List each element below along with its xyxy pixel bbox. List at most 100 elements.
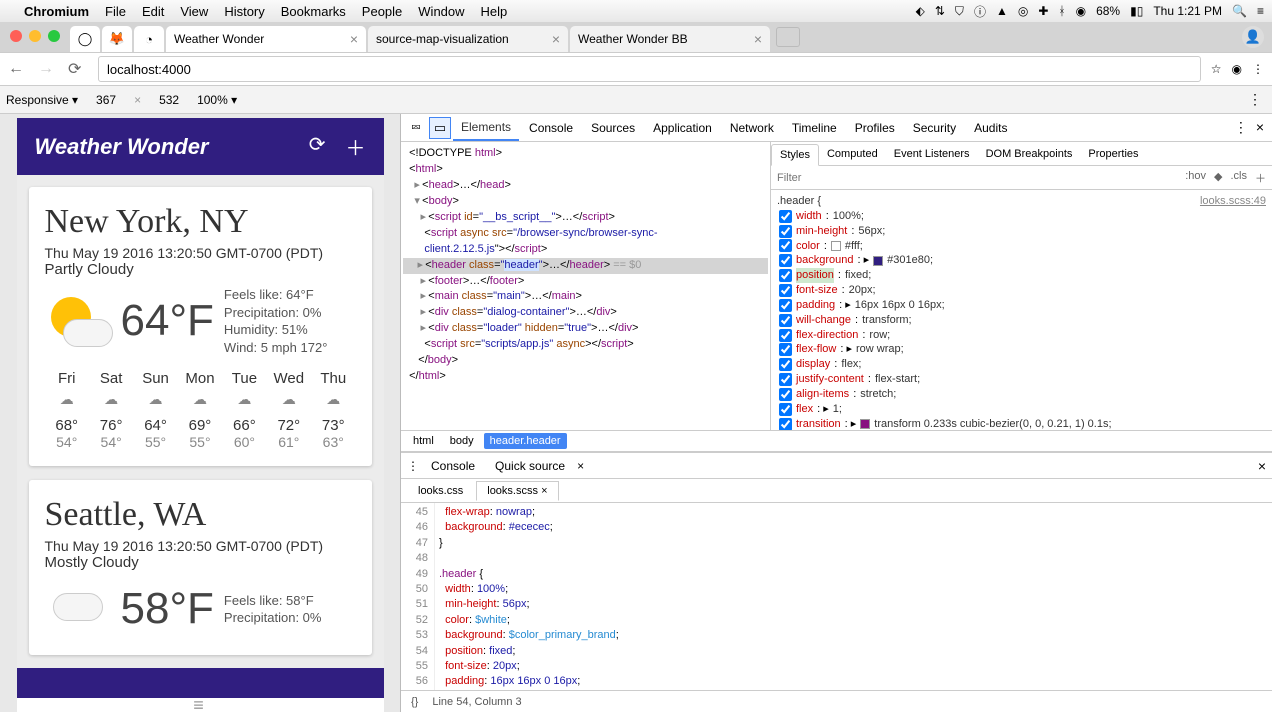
property-toggle[interactable] [779, 299, 792, 312]
refresh-icon[interactable]: ⟳ [309, 132, 326, 161]
color-format-icon[interactable]: ◆ [1214, 170, 1222, 186]
css-property[interactable]: transition: ▸ transform 0.233s cubic-bez… [777, 417, 1266, 430]
bookmark-icon[interactable]: ☆ [1211, 62, 1222, 76]
menu-window[interactable]: Window [418, 4, 464, 19]
back-button[interactable]: ← [8, 60, 28, 78]
tab-event-listeners[interactable]: Event Listeners [886, 144, 978, 164]
add-icon[interactable]: ＋ [346, 132, 366, 161]
viewport-height[interactable]: 532 [149, 93, 189, 107]
crumb-header[interactable]: header.header [484, 433, 567, 449]
browser-menu-icon[interactable]: ⋮ [1252, 62, 1264, 76]
panel-application[interactable]: Application [645, 116, 720, 140]
css-property[interactable]: background: ▸ #301e80; [777, 253, 1266, 268]
chrome-icon[interactable]: ◎ [1018, 4, 1028, 18]
panel-console[interactable]: Console [521, 116, 581, 140]
menu-edit[interactable]: Edit [142, 4, 164, 19]
menu-icon[interactable]: ≡ [1257, 4, 1264, 18]
css-property[interactable]: position: fixed; [777, 268, 1266, 283]
tab-close-icon[interactable]: × [754, 31, 762, 47]
property-toggle[interactable] [779, 314, 792, 327]
panel-network[interactable]: Network [722, 116, 782, 140]
cls-toggle[interactable]: .cls [1231, 170, 1248, 186]
plus-icon[interactable]: ✚ [1038, 4, 1048, 18]
css-property[interactable]: font-size: 20px; [777, 283, 1266, 298]
file-tab-css[interactable]: looks.css [407, 481, 474, 501]
property-toggle[interactable] [779, 388, 792, 401]
devtools-close-icon[interactable]: × [1256, 119, 1264, 136]
menu-view[interactable]: View [180, 4, 208, 19]
device-mode-icon[interactable]: ▭ [429, 117, 451, 139]
property-toggle[interactable] [779, 284, 792, 297]
maximize-window[interactable] [48, 30, 60, 42]
source-editor[interactable]: 45464748495051525354555657585960 flex-wr… [401, 503, 1272, 690]
dropbox-icon[interactable]: ⬖ [916, 4, 925, 18]
property-toggle[interactable] [779, 373, 792, 386]
panel-security[interactable]: Security [905, 116, 964, 140]
tab-computed[interactable]: Computed [819, 144, 886, 164]
property-toggle[interactable] [779, 329, 792, 342]
source-file-link[interactable]: looks.scss:49 [1200, 194, 1266, 209]
panel-audits[interactable]: Audits [966, 116, 1015, 140]
extension-icon[interactable]: ◉ [1232, 62, 1242, 76]
css-property[interactable]: will-change: transform; [777, 313, 1266, 328]
tab-source-map[interactable]: source-map-visualization × [368, 26, 568, 52]
pinned-tab-firefox[interactable]: 🦊 [102, 26, 132, 52]
tab-dom-breakpoints[interactable]: DOM Breakpoints [978, 144, 1081, 164]
forward-button[interactable]: → [38, 60, 58, 78]
property-toggle[interactable] [779, 343, 792, 356]
device-toolbar-menu[interactable]: ⋮ [1244, 91, 1266, 108]
drawer-tab-console[interactable]: Console [423, 455, 483, 477]
menu-bookmarks[interactable]: Bookmarks [281, 4, 346, 19]
css-property[interactable]: color: #fff; [777, 239, 1266, 254]
resize-handle[interactable]: ≡ [17, 698, 384, 712]
panel-profiles[interactable]: Profiles [847, 116, 903, 140]
drawer-close-icon[interactable]: × [1258, 458, 1266, 474]
property-toggle[interactable] [779, 254, 792, 267]
zoom-select[interactable]: 100% ▾ [197, 93, 237, 107]
crumb-body[interactable]: body [444, 433, 480, 449]
property-toggle[interactable] [779, 403, 792, 416]
hov-toggle[interactable]: :hov [1185, 170, 1206, 186]
drawer-menu-icon[interactable]: ⋮ [407, 459, 419, 473]
bluetooth-icon[interactable]: ᚼ [1058, 4, 1065, 18]
wifi-icon[interactable]: ◉ [1076, 4, 1086, 18]
css-property[interactable]: align-items: stretch; [777, 387, 1266, 402]
close-window[interactable] [10, 30, 22, 42]
drawer-tab-quick-source[interactable]: Quick source [487, 455, 573, 477]
elements-tree[interactable]: <!DOCTYPE html> <html> ▸<head>…</head> ▾… [401, 142, 771, 430]
menu-file[interactable]: File [105, 4, 126, 19]
tab-weather-wonder-bb[interactable]: Weather Wonder BB × [570, 26, 770, 52]
info-icon[interactable]: ⓘ [974, 3, 986, 20]
device-mode-select[interactable]: Responsive ▾ [6, 93, 78, 107]
minimize-window[interactable] [29, 30, 41, 42]
profile-avatar[interactable]: 👤 [1242, 26, 1264, 48]
property-toggle[interactable] [779, 225, 792, 238]
css-property[interactable]: width: 100%; [777, 209, 1266, 224]
new-rule-icon[interactable]: ＋ [1255, 170, 1266, 186]
cards-container[interactable]: New York, NY Thu May 19 2016 13:20:50 GM… [17, 175, 384, 674]
tab-properties[interactable]: Properties [1080, 144, 1146, 164]
menu-history[interactable]: History [224, 4, 264, 19]
panel-timeline[interactable]: Timeline [784, 116, 845, 140]
tab-weather-wonder[interactable]: Weather Wonder × [166, 26, 366, 52]
css-property[interactable]: flex-flow: ▸ row wrap; [777, 342, 1266, 357]
css-property[interactable]: min-height: 56px; [777, 224, 1266, 239]
pinned-tab-github[interactable]: ◯ [70, 26, 100, 52]
file-tab-close-icon[interactable]: × [541, 485, 547, 497]
property-toggle[interactable] [779, 239, 792, 252]
property-toggle[interactable] [779, 418, 792, 430]
drive-icon[interactable]: ▲ [996, 4, 1008, 18]
crumb-html[interactable]: html [407, 433, 440, 449]
css-property[interactable]: display: flex; [777, 357, 1266, 372]
tab-close-icon[interactable]: × [552, 31, 560, 47]
reload-button[interactable]: ⟳ [68, 59, 88, 79]
viewport-width[interactable]: 367 [86, 93, 126, 107]
panel-sources[interactable]: Sources [583, 116, 643, 140]
braces-icon[interactable]: {} [411, 696, 418, 708]
tab-styles[interactable]: Styles [771, 144, 819, 166]
clock[interactable]: Thu 1:21 PM [1153, 4, 1222, 18]
battery-icon[interactable]: ▮▯ [1130, 4, 1143, 18]
css-property[interactable]: justify-content: flex-start; [777, 372, 1266, 387]
css-rules[interactable]: looks.scss:49.header { width: 100%;min-h… [771, 190, 1272, 430]
property-toggle[interactable] [779, 269, 792, 282]
